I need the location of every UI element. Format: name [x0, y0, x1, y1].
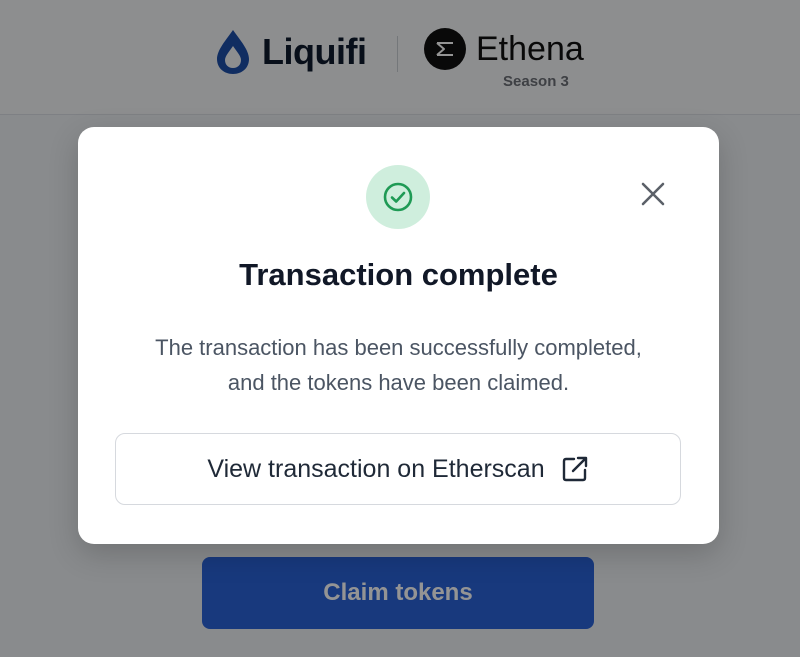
view-on-etherscan-button[interactable]: View transaction on Etherscan [115, 433, 681, 505]
modal-title: Transaction complete [239, 257, 558, 292]
transaction-complete-modal: Transaction complete The transaction has… [78, 127, 719, 544]
check-circle-icon [383, 182, 413, 212]
modal-message: The transaction has been successfully co… [118, 330, 679, 400]
modal-message-line-1: The transaction has been successfully co… [155, 335, 642, 360]
close-icon [641, 182, 665, 206]
success-badge [366, 165, 430, 229]
etherscan-button-label: View transaction on Etherscan [207, 454, 545, 483]
external-link-icon [562, 456, 587, 482]
modal-message-line-2: and the tokens have been claimed. [227, 370, 570, 395]
close-button[interactable] [634, 175, 672, 213]
